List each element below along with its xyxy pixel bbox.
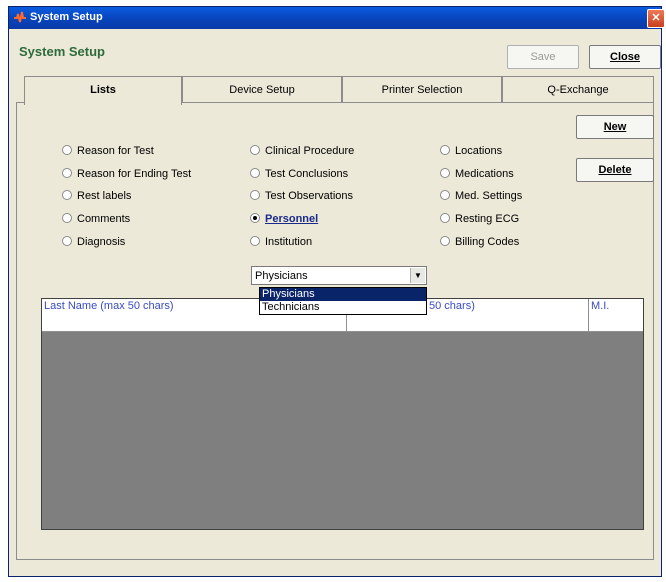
tab-q-exchange[interactable]: Q-Exchange	[502, 76, 654, 103]
radio-reason-for-ending-test[interactable]: Reason for Ending Test	[62, 168, 191, 180]
radio-circle	[62, 190, 72, 200]
new-button[interactable]: New	[576, 115, 654, 139]
new-button-label: New	[603, 121, 627, 133]
radio-diagnosis[interactable]: Diagnosis	[62, 236, 125, 248]
radio-circle	[440, 213, 450, 223]
radio-med-settings[interactable]: Med. Settings	[440, 190, 522, 202]
dropdown-option-technicians[interactable]: Technicians	[260, 301, 426, 314]
tab-strip: Lists Device Setup Printer Selection Q-E…	[16, 76, 656, 105]
save-button[interactable]: Save	[507, 45, 579, 69]
column-header-mi[interactable]: M.I.	[591, 300, 609, 312]
radio-circle	[62, 213, 72, 223]
radio-circle	[62, 236, 72, 246]
radio-circle	[440, 236, 450, 246]
radio-clinical-procedure[interactable]: Clinical Procedure	[250, 145, 354, 157]
close-button-label: Close	[610, 51, 640, 63]
personnel-grid[interactable]: Last Name (max 50 chars) 50 chars) M.I.	[41, 298, 644, 530]
radio-label: Reason for Test	[77, 145, 154, 157]
app-heart-icon	[14, 11, 26, 23]
tab-printer-selection[interactable]: Printer Selection	[342, 76, 502, 103]
delete-button[interactable]: Delete	[576, 158, 654, 182]
radio-circle	[250, 145, 260, 155]
delete-button-label: Delete	[598, 164, 632, 176]
radio-label: Medications	[455, 168, 514, 180]
radio-circle	[440, 168, 450, 178]
radio-resting-ecg[interactable]: Resting ECG	[440, 213, 519, 225]
radio-reason-for-test[interactable]: Reason for Test	[62, 145, 154, 157]
radio-personnel[interactable]: Personnel	[250, 213, 318, 225]
chevron-down-icon[interactable]: ▼	[410, 268, 425, 283]
column-header-first-name[interactable]: 50 chars)	[429, 300, 475, 312]
radio-label: Locations	[455, 145, 503, 157]
title-bar[interactable]: System Setup ✕	[9, 7, 665, 29]
radio-comments[interactable]: Comments	[62, 213, 130, 225]
radio-label: Personnel	[265, 213, 319, 225]
personnel-type-dropdown: Physicians Technicians	[259, 287, 427, 315]
radio-test-conclusions[interactable]: Test Conclusions	[250, 168, 348, 180]
table-row[interactable]	[42, 316, 643, 332]
radio-institution[interactable]: Institution	[250, 236, 312, 248]
radio-locations[interactable]: Locations	[440, 145, 502, 157]
personnel-type-value: Physicians	[255, 270, 308, 282]
radio-rest-labels[interactable]: Rest labels	[62, 190, 131, 202]
radio-label: Rest labels	[77, 190, 132, 202]
dropdown-option-physicians[interactable]: Physicians	[260, 288, 426, 301]
radio-label: Billing Codes	[455, 236, 520, 248]
radio-circle	[440, 145, 450, 155]
radio-label: Med. Settings	[455, 190, 523, 202]
tab-device-setup[interactable]: Device Setup	[182, 76, 342, 103]
personnel-type-select[interactable]: Physicians ▼	[251, 266, 427, 285]
radio-circle	[62, 168, 72, 178]
radio-medications[interactable]: Medications	[440, 168, 514, 180]
radio-circle	[440, 190, 450, 200]
radio-label: Diagnosis	[77, 236, 126, 248]
radio-label: Test Conclusions	[265, 168, 349, 180]
radio-label: Comments	[77, 213, 131, 225]
column-header-last-name[interactable]: Last Name (max 50 chars)	[44, 300, 174, 312]
radio-test-observations[interactable]: Test Observations	[250, 190, 353, 202]
radio-label: Clinical Procedure	[265, 145, 355, 157]
radio-billing-codes[interactable]: Billing Codes	[440, 236, 519, 248]
column-divider	[588, 299, 589, 331]
close-button[interactable]: Close	[589, 45, 661, 69]
page-title: System Setup	[19, 44, 105, 59]
tab-lists[interactable]: Lists	[24, 76, 182, 105]
window-close-button[interactable]: ✕	[647, 9, 665, 28]
radio-circle	[250, 168, 260, 178]
radio-label: Reason for Ending Test	[77, 168, 192, 180]
radio-circle	[250, 190, 260, 200]
radio-circle	[250, 213, 260, 223]
window-title: System Setup	[30, 11, 103, 23]
radio-label: Test Observations	[265, 190, 354, 202]
radio-label: Resting ECG	[455, 213, 520, 225]
radio-circle	[62, 145, 72, 155]
radio-circle	[250, 236, 260, 246]
radio-label: Institution	[265, 236, 313, 248]
